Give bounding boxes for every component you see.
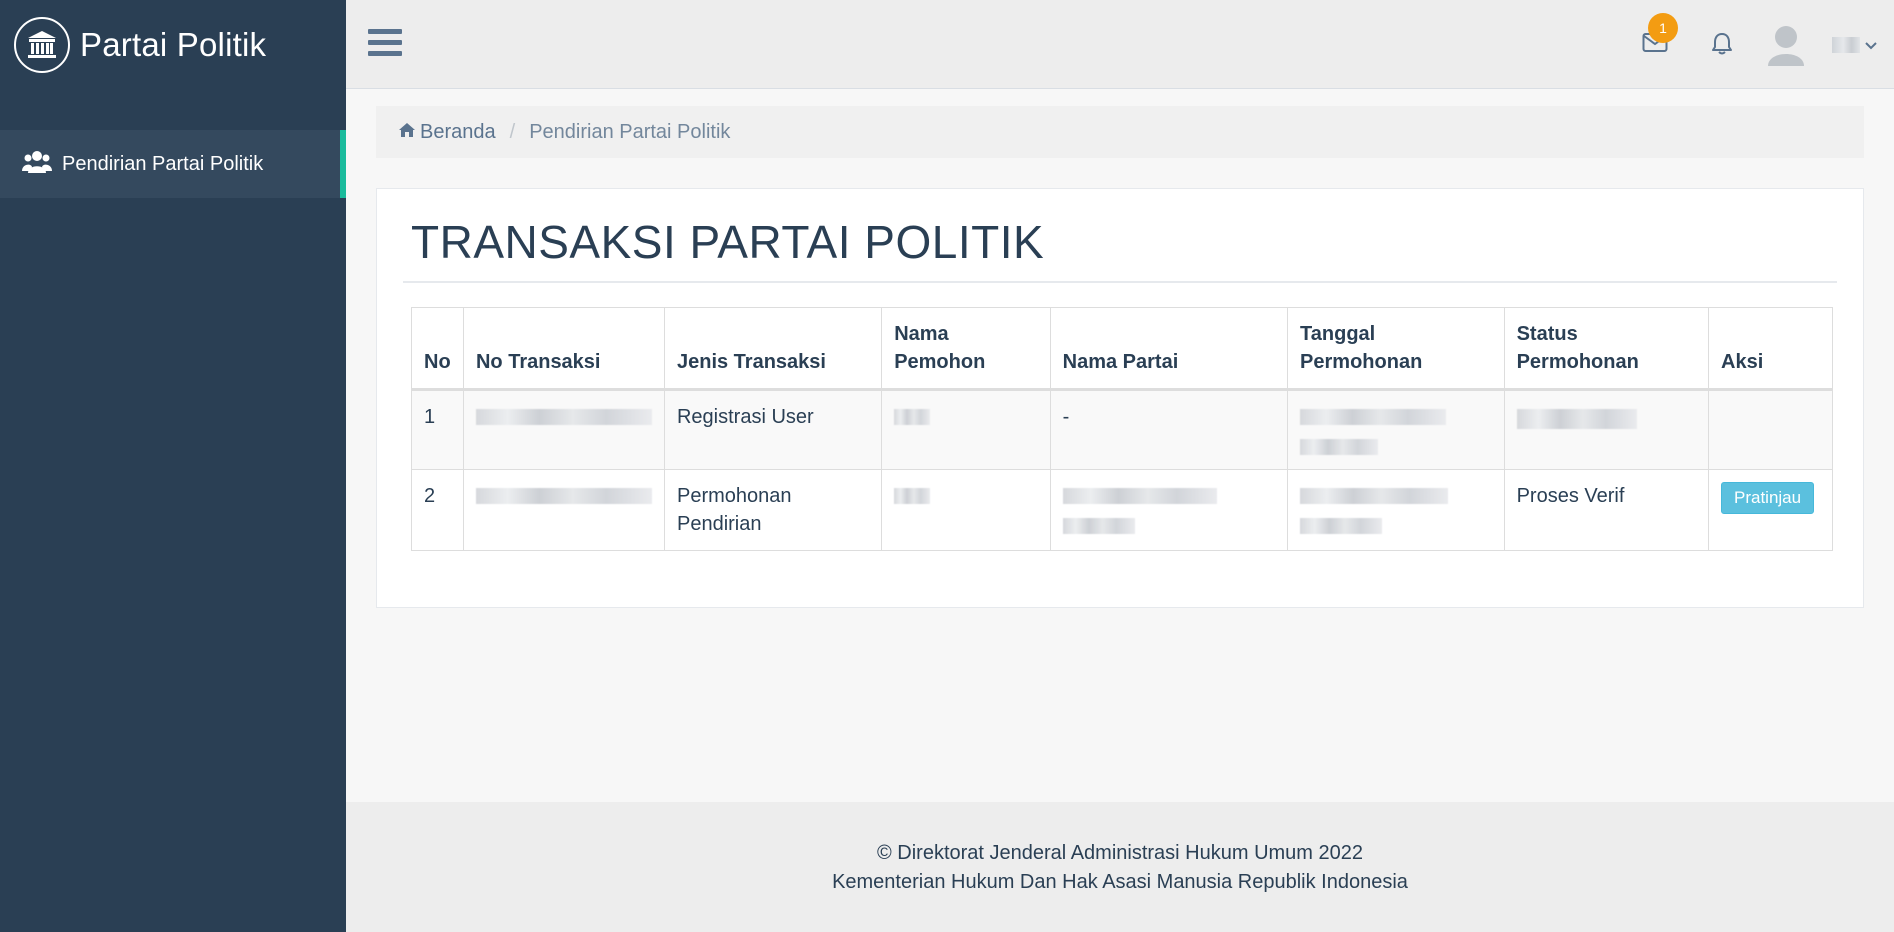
cell-no-transaksi <box>462 389 665 470</box>
sidebar-item-pendirian-partai-politik[interactable]: Pendirian Partai Politik <box>0 130 346 198</box>
divider <box>403 281 1837 283</box>
redacted-text <box>1516 409 1637 429</box>
pratinjau-button[interactable]: Pratinjau <box>1721 482 1815 514</box>
redacted-text <box>1300 409 1447 425</box>
transactions-table: No No Transaksi Jenis Transaksi Nama Pem… <box>411 307 1833 551</box>
breadcrumb-separator: / <box>509 120 516 143</box>
column-header-tanggal-permohonan: Tanggal Permohonan <box>1287 307 1505 391</box>
app-title: Partai Politik <box>80 26 267 63</box>
cell-nama-partai: - <box>1049 389 1289 470</box>
cell-aksi <box>1708 389 1833 470</box>
column-header-nama-partai: Nama Partai <box>1049 307 1289 391</box>
cell-no-transaksi <box>462 469 665 551</box>
mail-badge: 1 <box>1648 13 1678 43</box>
column-header-aksi: Aksi <box>1708 307 1833 391</box>
column-header-no: No <box>411 307 464 391</box>
breadcrumb-home-label: Beranda <box>420 120 496 143</box>
cell-jenis-transaksi: Registrasi User <box>663 389 883 470</box>
cell-nama-pemohon <box>881 389 1051 470</box>
table-row: 1 Registrasi User - <box>411 389 1833 470</box>
footer-copyright: © Direktorat Jenderal Administrasi Hukum… <box>876 842 1364 864</box>
redacted-text <box>1062 518 1135 534</box>
sidebar: Partai Politik Pendirian Partai Politik <box>0 0 346 932</box>
column-header-jenis-transaksi: Jenis Transaksi <box>663 307 883 391</box>
column-header-nama-pemohon: Nama Pemohon <box>881 307 1051 391</box>
redacted-text <box>475 409 652 425</box>
top-navbar: 1 <box>346 0 1894 89</box>
sidebar-item-label: Pendirian Partai Politik <box>62 152 264 175</box>
redacted-text <box>1300 439 1379 455</box>
page-title: TRANSAKSI PARTAI POLITIK <box>411 216 1045 268</box>
redacted-text <box>1062 488 1217 504</box>
home-icon <box>398 121 416 144</box>
bell-icon[interactable] <box>1710 32 1734 61</box>
cell-no: 1 <box>411 389 464 470</box>
redacted-text <box>1300 518 1383 534</box>
footer-ministry: Kementerian Hukum Dan Hak Asasi Manusia … <box>832 871 1408 893</box>
cell-nama-partai <box>1049 469 1289 551</box>
user-avatar[interactable] <box>1766 24 1806 71</box>
cell-no: 2 <box>411 469 464 551</box>
sidebar-nav: Pendirian Partai Politik <box>0 130 346 198</box>
cell-aksi: Pratinjau <box>1708 469 1833 551</box>
cell-tanggal-permohonan <box>1287 469 1505 551</box>
breadcrumb: Beranda / Pendirian Partai Politik <box>376 106 1864 158</box>
users-icon <box>22 149 52 180</box>
user-name-redacted[interactable] <box>1832 37 1860 53</box>
cell-jenis-transaksi: Permohonan Pendirian <box>663 469 883 551</box>
redacted-text <box>894 488 931 504</box>
cell-status-permohonan: Proses Verif <box>1503 469 1710 551</box>
redacted-text <box>475 488 652 504</box>
breadcrumb-current: Pendirian Partai Politik <box>529 120 731 143</box>
chevron-down-icon[interactable] <box>1864 38 1878 56</box>
transactions-panel: TRANSAKSI PARTAI POLITIK No No Transaksi… <box>376 188 1864 608</box>
cell-tanggal-permohonan <box>1287 389 1505 470</box>
cell-nama-pemohon <box>881 469 1051 551</box>
table-row: 2 Permohonan Pendirian Proses Verif Prat… <box>411 469 1833 551</box>
footer: © Direktorat Jenderal Administrasi Hukum… <box>346 802 1894 932</box>
column-header-no-transaksi: No Transaksi <box>462 307 665 391</box>
table-header-row: No No Transaksi Jenis Transaksi Nama Pem… <box>411 307 1833 391</box>
column-header-status-permohonan: Status Permohonan <box>1503 307 1710 391</box>
cell-status-permohonan <box>1503 389 1710 470</box>
brand[interactable]: Partai Politik <box>0 0 346 90</box>
breadcrumb-home[interactable]: Beranda <box>398 121 496 144</box>
redacted-text <box>1300 488 1449 504</box>
menu-toggle-icon[interactable] <box>368 28 402 63</box>
building-columns-icon <box>14 17 70 73</box>
redacted-text <box>894 409 931 425</box>
